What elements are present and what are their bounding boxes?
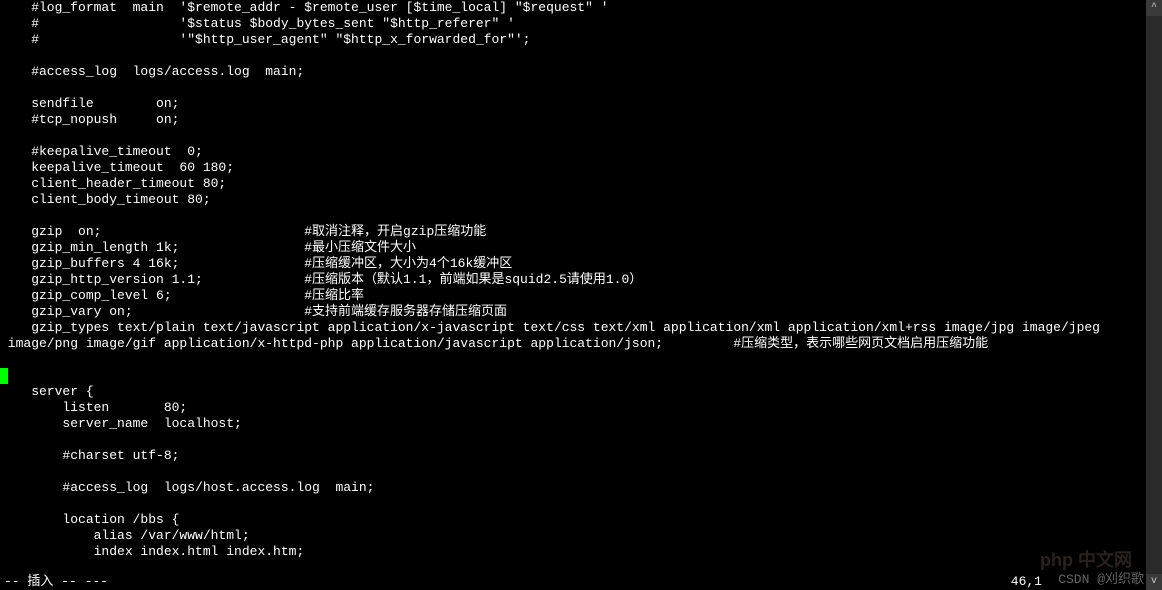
code-line[interactable]: # '"$http_user_agent" "$http_x_forwarded… (0, 32, 1162, 48)
code-line[interactable] (0, 368, 1162, 384)
code-line[interactable] (0, 48, 1162, 64)
code-line[interactable]: #charset utf-8; (0, 448, 1162, 464)
scroll-up-button[interactable]: ^ (1146, 0, 1162, 16)
code-line[interactable]: client_header_timeout 80; (0, 176, 1162, 192)
code-line[interactable]: client_body_timeout 80; (0, 192, 1162, 208)
editor-content[interactable]: #log_format main '$remote_addr - $remote… (0, 0, 1162, 560)
code-line[interactable]: alias /var/www/html; (0, 528, 1162, 544)
code-line[interactable]: #keepalive_timeout 0; (0, 144, 1162, 160)
status-bar: -- 插入 -- --- (0, 574, 1162, 590)
code-line[interactable]: listen 80; (0, 400, 1162, 416)
code-line[interactable]: #access_log logs/host.access.log main; (0, 480, 1162, 496)
text-cursor (0, 368, 8, 384)
code-line[interactable]: gzip_vary on; #支持前端缓存服务器存储压缩页面 (0, 304, 1162, 320)
code-line[interactable]: #tcp_nopush on; (0, 112, 1162, 128)
code-line[interactable]: server_name localhost; (0, 416, 1162, 432)
editor-mode: -- 插入 -- --- (4, 574, 108, 590)
code-line[interactable]: gzip_http_version 1.1; #压缩版本（默认1.1，前端如果是… (0, 272, 1162, 288)
code-line[interactable]: location /bbs { (0, 512, 1162, 528)
code-line[interactable] (0, 80, 1162, 96)
scrollbar-track[interactable]: ^ v (1146, 0, 1162, 590)
code-line[interactable]: sendfile on; (0, 96, 1162, 112)
code-line[interactable]: gzip_types text/plain text/javascript ap… (0, 320, 1162, 336)
code-line[interactable]: gzip_buffers 4 16k; #压缩缓冲区，大小为4个16k缓冲区 (0, 256, 1162, 272)
cursor-position: 46,1 (1011, 574, 1042, 590)
code-line[interactable] (0, 496, 1162, 512)
code-line[interactable]: server { (0, 384, 1162, 400)
code-line[interactable]: gzip on; #取消注释，开启gzip压缩功能 (0, 224, 1162, 240)
code-line[interactable]: gzip_comp_level 6; #压缩比率 (0, 288, 1162, 304)
code-line[interactable]: # '$status $body_bytes_sent "$http_refer… (0, 16, 1162, 32)
code-line[interactable]: index index.html index.htm; (0, 544, 1162, 560)
code-line[interactable] (0, 464, 1162, 480)
code-line[interactable] (0, 352, 1162, 368)
code-line[interactable]: keepalive_timeout 60 180; (0, 160, 1162, 176)
code-line[interactable] (0, 432, 1162, 448)
code-line[interactable]: #access_log logs/access.log main; (0, 64, 1162, 80)
code-line[interactable] (0, 208, 1162, 224)
code-line[interactable]: #log_format main '$remote_addr - $remote… (0, 0, 1162, 16)
code-line[interactable] (0, 128, 1162, 144)
code-line[interactable]: image/png image/gif application/x-httpd-… (0, 336, 1162, 352)
code-line[interactable]: gzip_min_length 1k; #最小压缩文件大小 (0, 240, 1162, 256)
